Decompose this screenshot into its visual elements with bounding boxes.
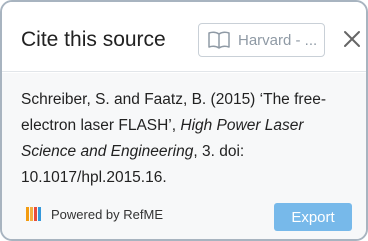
powered-by: Powered by RefME (26, 204, 163, 224)
powered-by-label: Powered by RefME (51, 206, 163, 222)
book-open-icon (208, 31, 230, 49)
cite-popup: Cite this source Harvard - ... Schreiber… (0, 0, 368, 241)
citation-style-select[interactable]: Harvard - ... (198, 23, 325, 57)
popup-header: Cite this source Harvard - ... (2, 2, 366, 72)
citation-text: Schreiber, S. and Faatz, B. (2015) ‘The … (21, 87, 351, 191)
popup-title: Cite this source (21, 28, 166, 51)
export-button[interactable]: Export (274, 203, 352, 231)
citation-style-label: Harvard - ... (238, 31, 318, 49)
popup-body: Schreiber, S. and Faatz, B. (2015) ‘The … (2, 73, 366, 239)
refme-logo-icon (26, 207, 41, 221)
close-icon[interactable] (342, 29, 362, 49)
